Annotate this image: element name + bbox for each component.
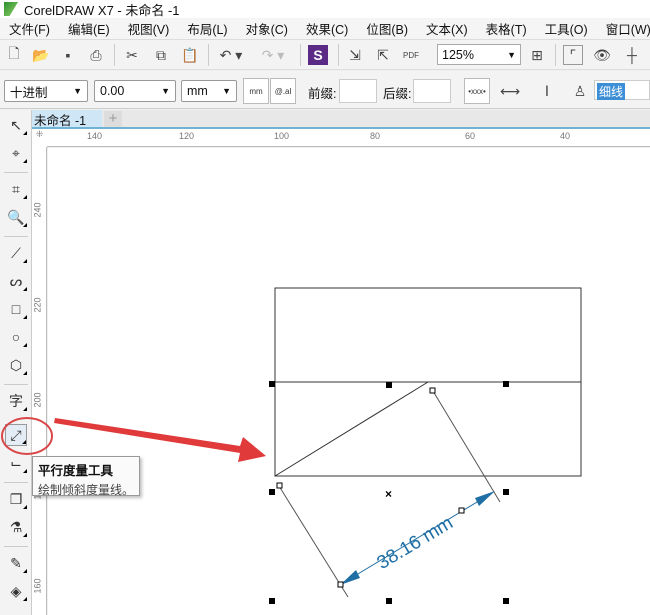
- center-x-icon: ×: [385, 487, 392, 501]
- rectangle-shape[interactable]: [274, 287, 582, 477]
- drawing-overlay: × 38.16 mm: [1, 287, 582, 604]
- arrowhead-icon: [475, 491, 495, 506]
- dimension-label: 38.16 mm: [374, 513, 457, 575]
- tooltip-description: 绘制倾斜度量线。: [38, 483, 135, 497]
- tool-tooltip: 平行度量工具 绘制倾斜度量线。: [32, 456, 140, 497]
- tooltip-title: 平行度量工具: [38, 464, 114, 478]
- highlight-circle: [1, 417, 53, 455]
